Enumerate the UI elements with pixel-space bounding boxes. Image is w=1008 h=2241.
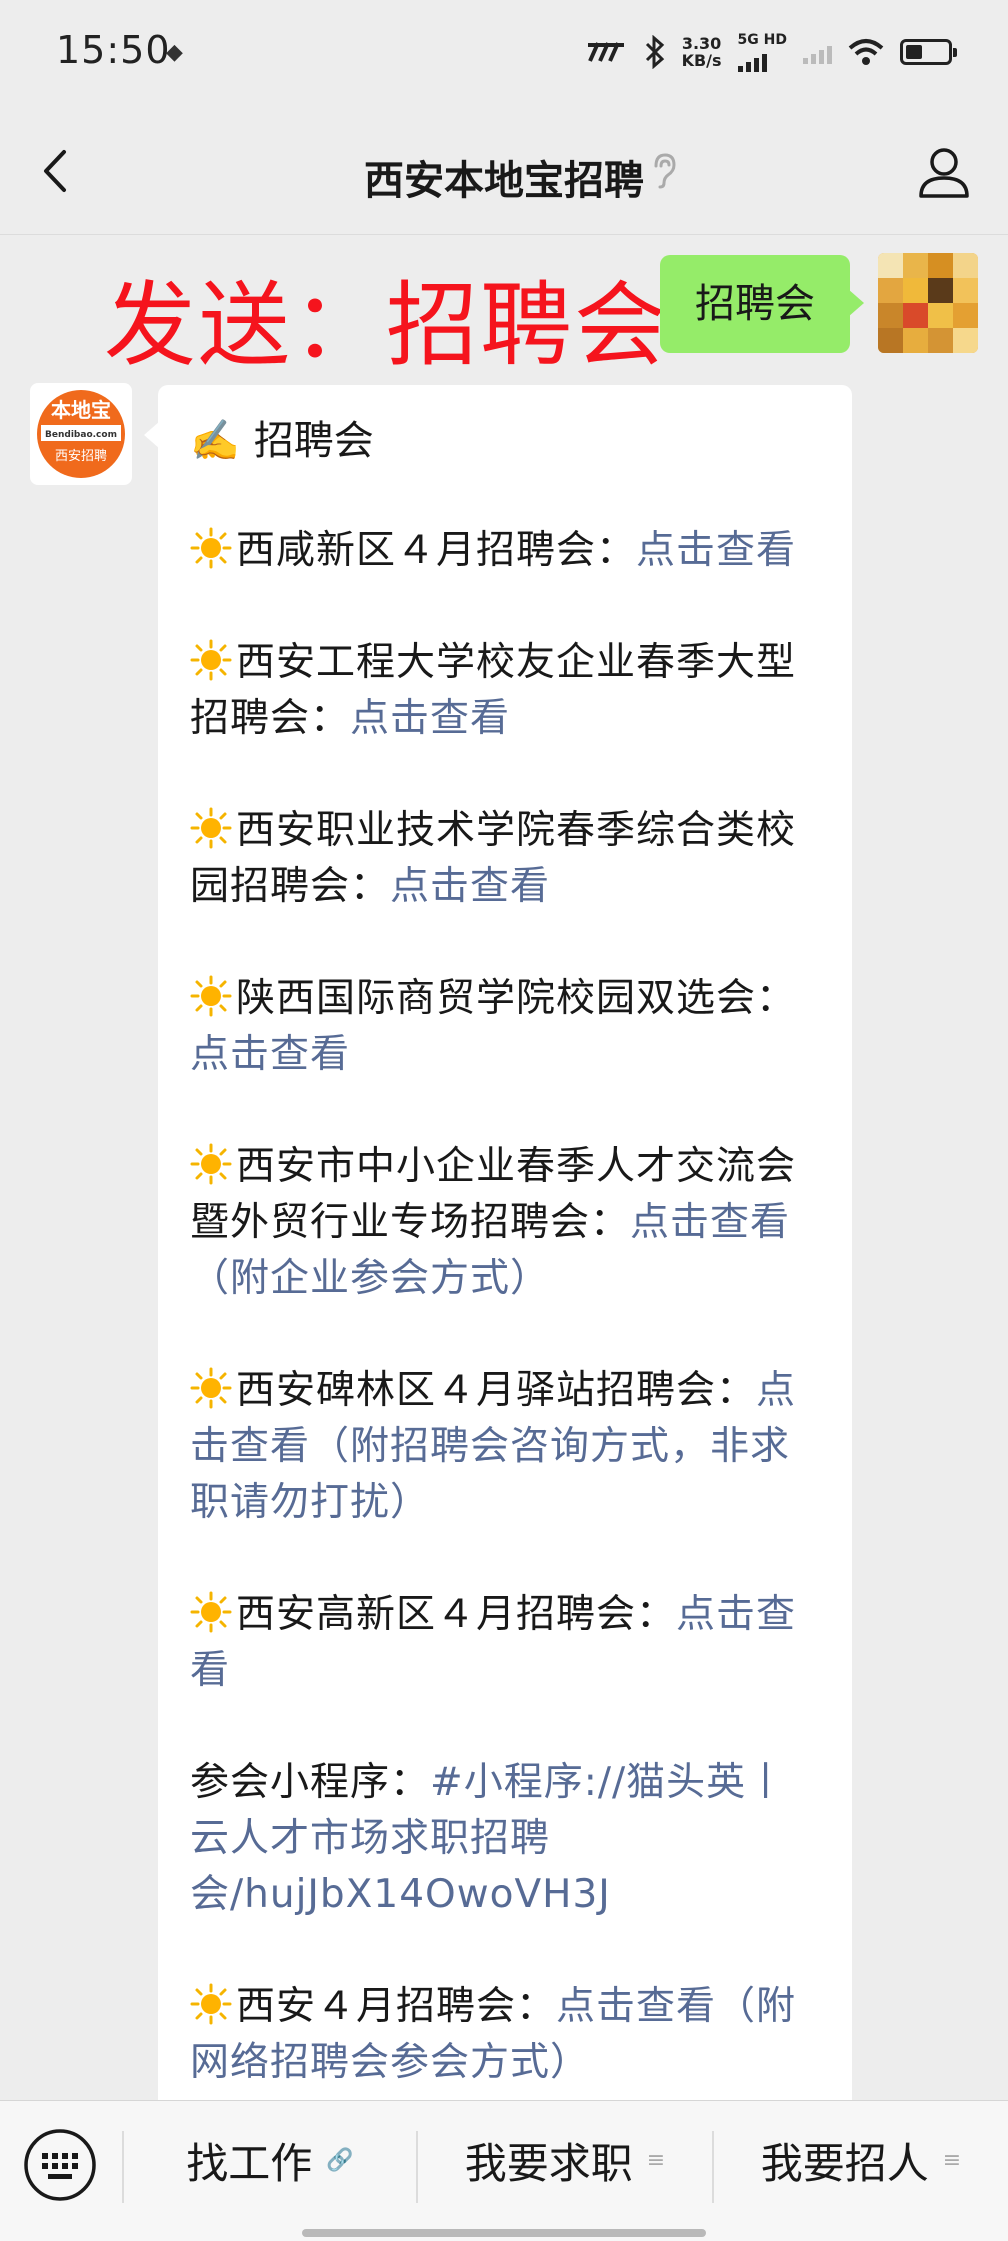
signal-5g: 5G HD: [737, 32, 787, 72]
official-account-avatar[interactable]: 本地宝 Bendibao.com 西安招聘: [30, 383, 132, 485]
signal-bars-icon: [737, 48, 787, 72]
reply-item: 西安市中小企业春季人才交流会暨外贸行业专场招聘会：点击查看（附企业参会方式）: [190, 1139, 820, 1307]
reply-item: 西咸新区４月招聘会：点击查看: [190, 523, 820, 579]
reply-item-text: 参会小程序：: [190, 1760, 431, 1805]
sun-icon: [190, 807, 232, 849]
sun-icon: [190, 1143, 232, 1185]
status-bar: 15:50 ◆ 3.30 KB/s 5G HD: [0, 0, 1008, 108]
sun-icon: [190, 1367, 232, 1409]
home-indicator[interactable]: [302, 2229, 706, 2237]
keyboard-icon[interactable]: [22, 2127, 98, 2203]
pixelated-avatar-image: [878, 253, 978, 353]
nfc-icon: [587, 42, 624, 62]
reply-item-link[interactable]: 点击查看: [636, 528, 796, 573]
overlay-banner: 发送：招聘会: [104, 272, 669, 379]
user-avatar[interactable]: [878, 253, 978, 353]
menu-item-seek-job[interactable]: 我要求职 ≡: [418, 2101, 712, 2219]
battery-icon: [900, 39, 957, 65]
signal-bars-secondary-icon: [803, 40, 832, 64]
chat-title: 西安本地宝招聘: [364, 158, 644, 204]
sent-message-bubble[interactable]: 招聘会: [660, 255, 864, 353]
reply-item-text: 西咸新区４月招聘会：: [236, 528, 637, 573]
sun-icon: [190, 975, 232, 1017]
reply-item: 陕西国际商贸学院校园双选会： 点击查看: [190, 971, 820, 1083]
network-type: 5G HD: [737, 32, 787, 48]
reply-item: 西安职业技术学院春季综合类校园招聘会：点击查看: [190, 803, 820, 915]
ear-icon: [654, 153, 676, 189]
bendibao-logo: 本地宝 Bendibao.com 西安招聘: [37, 390, 125, 478]
reply-item-link[interactable]: 点击查看: [390, 864, 550, 909]
reply-heading-text: 招聘会: [253, 418, 374, 464]
menu-lines-icon: ≡: [942, 2147, 962, 2173]
reply-item: 西安碑林区４月驿站招聘会：点击查看（附招聘会咨询方式，非求职请勿打扰）: [190, 1363, 820, 1531]
reply-item: 参会小程序：#小程序://猫头英丨云人才市场求职招聘会/hujJbX14OwoV…: [190, 1755, 820, 1923]
reply-item: 西安高新区４月招聘会：点击查看: [190, 1587, 820, 1699]
person-icon[interactable]: [916, 144, 972, 200]
link-icon: 🔗: [326, 2147, 354, 2173]
reply-heading: ✍️ 招聘会: [190, 405, 820, 477]
bluetooth-icon: [645, 35, 664, 69]
status-time: 15:50: [56, 28, 171, 72]
reply-item-link[interactable]: 点击查看: [190, 1032, 350, 1077]
sun-icon: [190, 1983, 232, 2025]
reply-item-text: 西安碑林区４月驿站招聘会：: [236, 1368, 757, 1413]
menu-item-recruit[interactable]: 我要招人 ≡: [714, 2101, 1008, 2219]
reply-item-link[interactable]: 点击查看: [350, 696, 510, 741]
network-speed-unit: KB/s: [681, 51, 722, 70]
bottom-menu-bar: 找工作 🔗 我要求职 ≡ 我要招人 ≡: [0, 2100, 1008, 2241]
reply-list: 西咸新区４月招聘会：点击查看 西安工程大学校友企业春季大型招聘会：点击查看 西安职业…: [190, 523, 820, 2091]
logo-top-text: 本地宝: [51, 398, 111, 422]
reply-item-text: 西安高新区４月招聘会：: [236, 1592, 677, 1637]
menu-item-label: 我要招人: [760, 2138, 929, 2188]
network-speed-value: 3.30: [681, 34, 722, 53]
notification-icon: ◆: [166, 40, 183, 65]
network-speed: 3.30 KB/s: [682, 35, 722, 69]
reply-item: 西安工程大学校友企业春季大型招聘会：点击查看: [190, 635, 820, 747]
reply-item-text: 西安４月招聘会：: [236, 1984, 557, 2029]
reply-item-text: 陕西国际商贸学院校园双选会：: [236, 976, 797, 1021]
menu-item-find-job[interactable]: 找工作 🔗: [124, 2101, 416, 2219]
chat-area[interactable]: 发送：招聘会 招聘会 本地宝 Bendibao.com 西安招聘 ✍️ 招聘会: [0, 235, 1008, 2100]
menu-item-label: 找工作: [186, 2138, 313, 2188]
sun-icon: [190, 527, 232, 569]
logo-bottom-text: 西安招聘: [55, 449, 107, 464]
chat-header: 西安本地宝招聘: [0, 108, 1008, 235]
reply-item: 西安４月招聘会：点击查看（附网络招聘会参会方式）: [190, 1979, 820, 2091]
writing-hand-icon: ✍️: [190, 418, 240, 464]
status-icons: 3.30 KB/s 5G HD: [584, 30, 957, 74]
wifi-icon: [848, 39, 884, 65]
sun-icon: [190, 1591, 232, 1633]
battery-level: [906, 45, 922, 59]
sun-icon: [190, 639, 232, 681]
menu-item-label: 我要求职: [464, 2138, 633, 2188]
logo-domain: Bendibao.com: [45, 430, 117, 440]
reply-message-bubble[interactable]: ✍️ 招聘会 西咸新区４月招聘会：点击查看 西安工程大学校友企业春季大型招聘会：点…: [144, 385, 852, 2100]
menu-lines-icon: ≡: [646, 2147, 666, 2173]
